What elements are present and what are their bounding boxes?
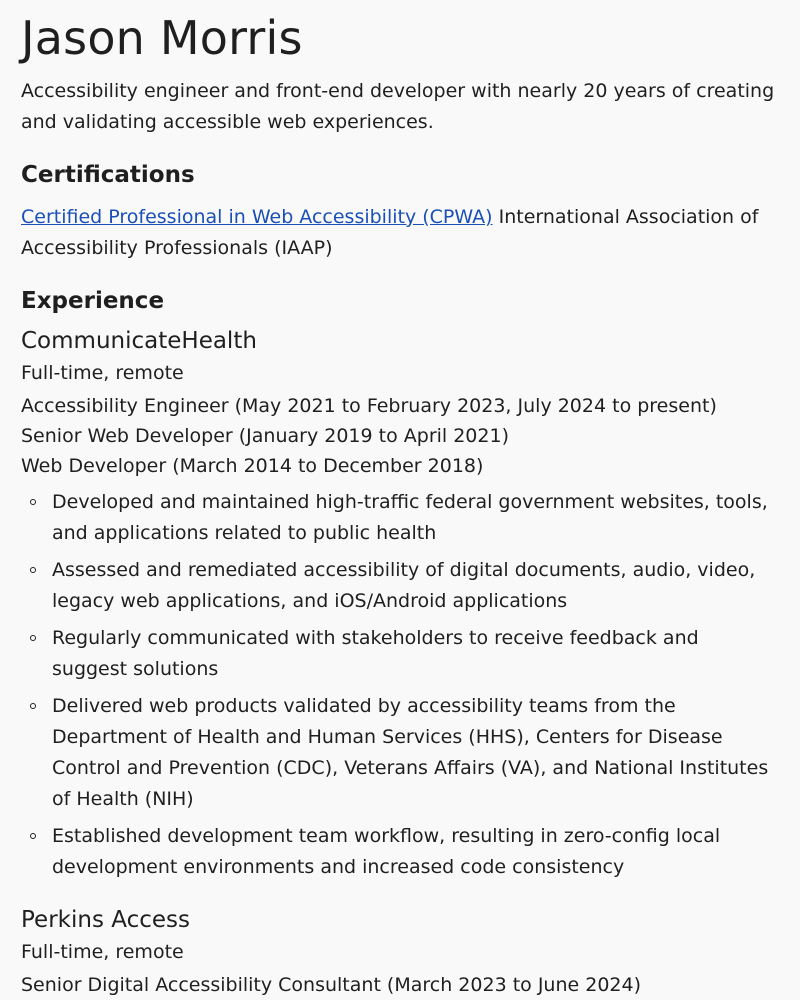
employment-type: Full-time, remote xyxy=(21,941,184,963)
role-list: Senior Digital Accessibility Consultant … xyxy=(21,970,779,1000)
role-item: Accessibility Engineer (May 2021 to Febr… xyxy=(21,395,717,417)
role-item: Senior Web Developer (January 2019 to Ap… xyxy=(21,425,509,447)
accomplishment-item: Regularly communicated with stakeholders… xyxy=(30,623,779,685)
circle-bullet-icon xyxy=(30,499,36,505)
summary-text: Accessibility engineer and front-end dev… xyxy=(21,80,775,133)
accomplishment-text: Assessed and remediated accessibility of… xyxy=(52,559,756,612)
circle-bullet-icon xyxy=(30,635,36,641)
accomplishment-item: Delivered web products validated by acce… xyxy=(30,691,779,815)
circle-bullet-icon xyxy=(30,703,36,709)
accomplishment-text: Delivered web products validated by acce… xyxy=(52,695,769,810)
accomplishment-item: Assessed and remediated accessibility of… xyxy=(30,555,779,617)
experience-heading: Experience xyxy=(21,288,165,314)
accomplishment-text: Established development team workflow, r… xyxy=(52,825,721,878)
employment-type: Full-time, remote xyxy=(21,362,184,384)
role-item: Senior Digital Accessibility Consultant … xyxy=(21,974,641,996)
company-communicatehealth: CommunicateHealth Full-time, remote Acce… xyxy=(21,326,779,883)
person-name: Jason Morris xyxy=(21,11,303,65)
accomplishment-list: Developed and maintained high-traffic fe… xyxy=(21,487,779,883)
accomplishment-item: Established development team workflow, r… xyxy=(30,821,779,883)
circle-bullet-icon xyxy=(30,567,36,573)
resume-page: Jason Morris Accessibility engineer and … xyxy=(0,0,800,1000)
certifications-heading: Certifications xyxy=(21,162,195,188)
cpwa-certification-link[interactable]: Certified Professional in Web Accessibil… xyxy=(21,206,493,228)
circle-bullet-icon xyxy=(30,833,36,839)
accomplishment-text: Regularly communicated with stakeholders… xyxy=(52,627,699,680)
role-item: Web Developer (March 2014 to December 20… xyxy=(21,455,484,477)
accomplishment-item: Developed and maintained high-traffic fe… xyxy=(30,487,779,549)
company-name: Perkins Access xyxy=(21,907,190,933)
company-name: CommunicateHealth xyxy=(21,328,257,354)
accomplishment-text: Developed and maintained high-traffic fe… xyxy=(52,491,768,544)
role-list: Accessibility Engineer (May 2021 to Febr… xyxy=(21,391,779,481)
company-perkins-access: Perkins Access Full-time, remote Senior … xyxy=(21,905,779,1000)
certification-item: Certified Professional in Web Accessibil… xyxy=(21,202,779,264)
